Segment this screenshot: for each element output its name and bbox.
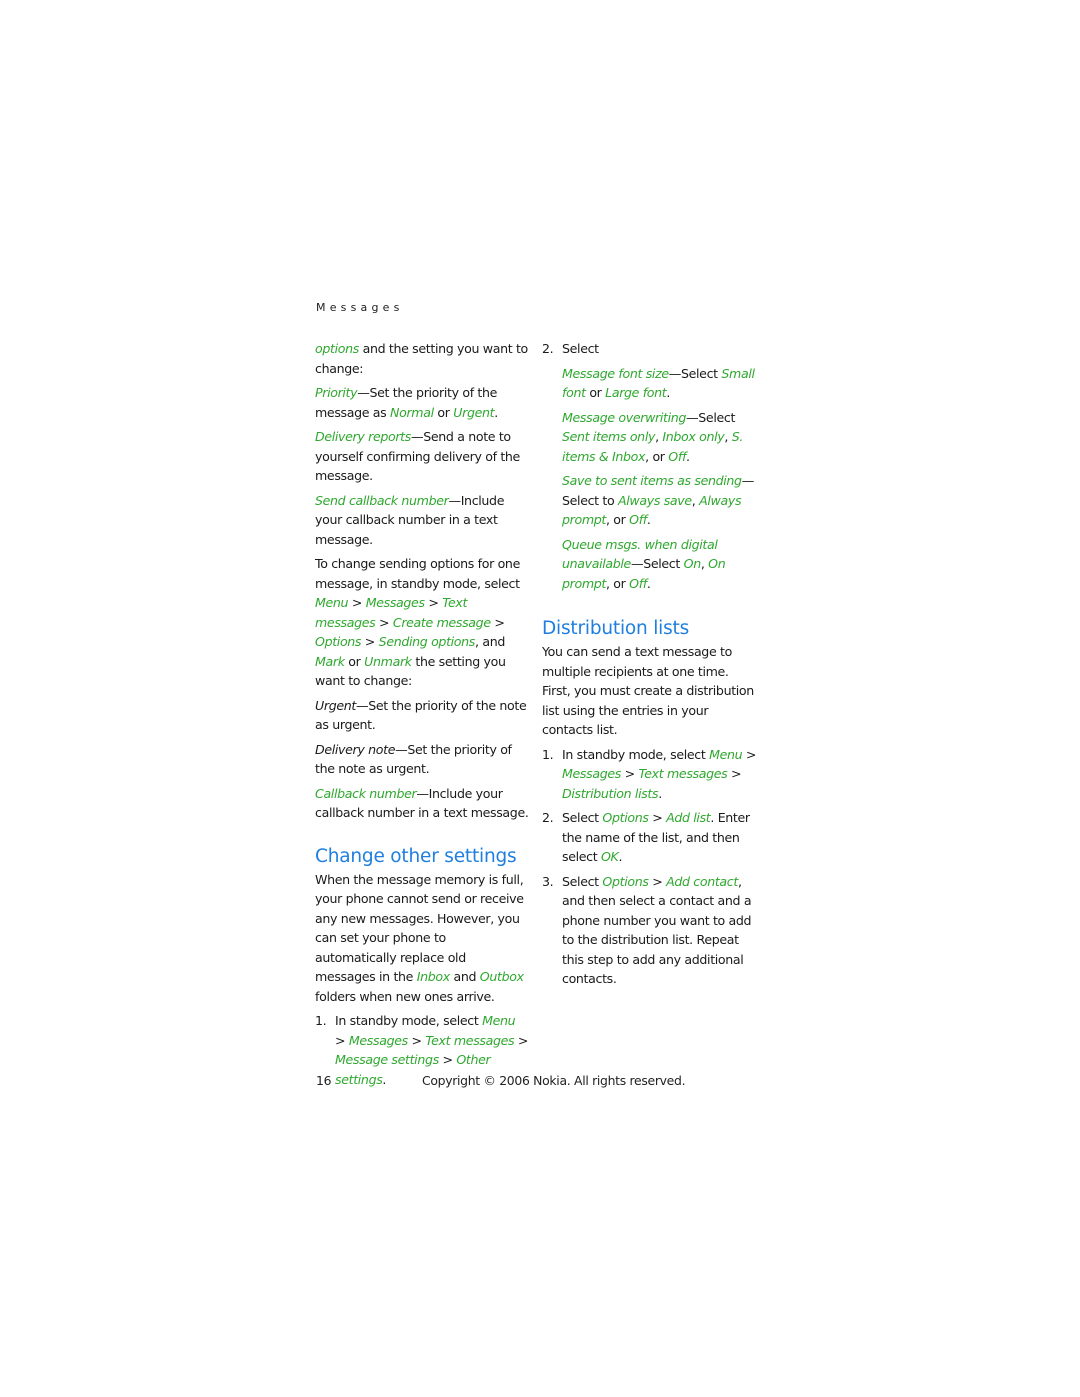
menu-term: Send callback number [315,492,449,508]
queue-setting: Queue msgs. when digital unavailable—Sel… [562,536,726,591]
menu-term: Message settings [335,1052,439,1067]
menu-term: Inbox [416,969,450,984]
running-head: Messages [316,301,404,314]
menu-term: Menu [482,1013,516,1028]
step-number: 1. [542,746,554,762]
menu-term: OK [600,849,619,864]
menu-term: Sending options [378,634,476,649]
overwriting-setting: Message overwriting—Select Sent items on… [562,409,744,464]
options-continuation: options and the setting you want to chan… [315,341,528,376]
menu-term: Off [629,575,647,591]
step-item: 3. Select Options > Add contact, and then… [542,873,752,987]
menu-term: Save to sent items as sending [562,473,742,488]
step-item: 1. In standby mode, select Menu > Message… [542,746,757,801]
left-column: options and the setting you want to chan… [315,339,529,1094]
menu-term: Menu [709,746,743,762]
menu-term: On [683,556,702,571]
memory-paragraph: When the message memory is full, your ph… [315,871,524,1004]
menu-term: Distribution lists [562,785,659,801]
menu-term: Inbox only [662,429,725,444]
menu-term: Mark [315,653,345,669]
step-number: 2. [542,341,554,356]
section-heading-distribution-lists: Distribution lists [542,618,690,639]
menu-term: Off [668,448,687,464]
font-size-setting: Message font size—Select Small font or L… [562,365,755,401]
distribution-intro: You can send a text message to multiple … [542,644,754,737]
menu-term: Create message [392,614,491,630]
priority-setting: Priority—Set the priority of the message… [315,385,498,420]
menu-term: Message overwriting [562,409,687,425]
page-number: 16 [316,1073,332,1088]
menu-term: Message font size [562,365,669,381]
step-number: 3. [542,873,554,889]
change-sending-options-paragraph: To change sending options for one messag… [315,556,520,688]
menu-term: Text messages [425,1032,515,1048]
send-callback-setting: Send callback number—Include your callba… [315,492,505,547]
menu-term: Add list [666,810,711,825]
urgent-option: Urgent—Set the priority of the note as u… [315,697,527,733]
callback-number-option: Callback number—Include your callback nu… [315,785,529,821]
menu-term: Callback number [315,785,417,801]
menu-term: Messages [365,595,425,610]
option-term: Delivery note [315,741,396,757]
menu-term: Large font [605,385,667,400]
menu-term: Urgent [453,404,495,420]
step-item: 2. Select Options > Add list. Enter the n… [542,810,750,864]
option-term: Urgent [315,697,356,713]
delivery-note-option: Delivery note—Set the priority of the no… [315,741,512,777]
save-sent-setting: Save to sent items as sending— Select to… [562,473,754,527]
menu-term: Outbox [479,969,524,984]
step-number: 2. [542,810,554,825]
menu-term: Options [602,810,649,825]
menu-term: Off [629,512,647,527]
menu-term: Delivery reports [315,429,411,444]
menu-term: Sent items only [562,429,656,444]
menu-term: Priority [315,385,358,400]
menu-term: Messages [562,766,621,781]
step-number: 1. [315,1013,327,1028]
section-heading-change-other-settings: Change other settings [315,845,517,867]
menu-term: Messages [348,1032,408,1048]
copyright-notice: Copyright © 2006 Nokia. All rights reser… [422,1073,686,1088]
delivery-reports-setting: Delivery reports—Send a note to yourself… [315,429,520,483]
menu-term: Unmark [364,653,412,669]
menu-term: Options [602,873,649,889]
menu-term: Add contact [666,873,738,889]
menu-term: Menu [315,595,349,610]
menu-term: Always save [618,492,692,508]
menu-term: Normal [390,404,434,420]
menu-term: Options [315,634,362,649]
right-column: 2. Select Message font size—Select Small … [542,339,758,994]
menu-term: options [315,341,359,356]
step-item: 2. Select [542,339,758,359]
menu-term: Text messages [638,766,728,781]
